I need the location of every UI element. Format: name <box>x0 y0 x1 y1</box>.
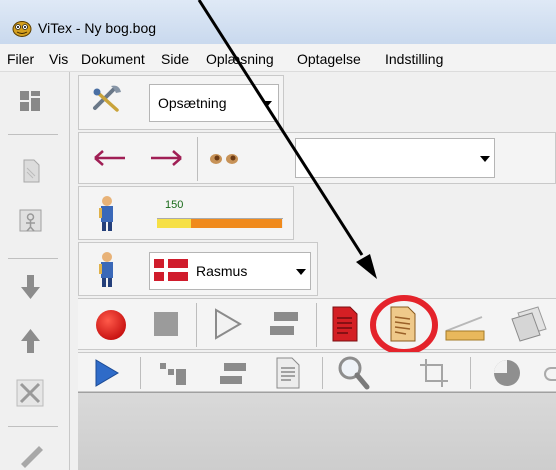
scanner-icon[interactable] <box>444 313 486 343</box>
arrow-up-icon[interactable] <box>15 326 47 358</box>
play-outline-icon[interactable] <box>212 307 244 341</box>
speed-slider[interactable] <box>157 218 283 228</box>
rotate-icon[interactable] <box>490 357 524 389</box>
document-icon[interactable] <box>15 156 47 188</box>
recording-toolbar <box>78 295 556 355</box>
speaker-figure-icon <box>95 251 119 289</box>
highlight-circle <box>368 293 440 357</box>
setup-dropdown[interactable]: Opsætning <box>149 84 279 122</box>
menu-bar: Filer Vis Dokument Side Oplæsning Optage… <box>0 44 556 72</box>
step-blocks-icon[interactable] <box>158 361 190 387</box>
red-document-icon[interactable] <box>330 305 360 343</box>
close-x-icon[interactable] <box>15 378 47 410</box>
speed-slider-knob[interactable] <box>157 219 191 228</box>
setup-dropdown-value: Opsætning <box>158 95 227 111</box>
navigation-dropdown[interactable] <box>295 138 495 178</box>
more-icon[interactable] <box>544 367 556 381</box>
window-title: ViTex - Ny bog.bog <box>38 20 157 36</box>
chevron-down-icon <box>480 156 490 162</box>
divider <box>8 134 58 135</box>
arrow-right-icon[interactable] <box>149 148 183 168</box>
left-toolbar <box>0 72 70 470</box>
app-icon <box>12 19 32 37</box>
paragraph-lines-icon[interactable] <box>218 359 248 389</box>
magnifier-icon[interactable] <box>336 355 370 391</box>
pencil-icon[interactable] <box>15 438 47 470</box>
voice-panel: Rasmus <box>78 242 318 296</box>
menu-filer[interactable]: Filer <box>7 51 34 67</box>
danish-flag-icon <box>154 259 188 281</box>
eyes-icon[interactable] <box>207 149 241 169</box>
text-page-icon[interactable] <box>274 356 302 390</box>
layout-grid-icon[interactable] <box>15 86 47 118</box>
navigation-panel <box>78 132 556 184</box>
speed-value: 150 <box>165 199 184 211</box>
chevron-down-icon <box>262 101 272 107</box>
play-icon[interactable] <box>93 358 121 388</box>
menu-vis[interactable]: Vis <box>49 51 68 67</box>
voice-dropdown-value: Rasmus <box>196 263 248 279</box>
chevron-down-icon <box>296 269 306 275</box>
divider <box>8 426 58 427</box>
title-bar: ViTex - Ny bog.bog <box>0 0 556 44</box>
arrow-down-icon[interactable] <box>15 272 47 304</box>
menu-dokument[interactable]: Dokument <box>81 51 145 67</box>
crop-icon[interactable] <box>418 357 450 389</box>
menu-oplaesning[interactable]: Oplæsning <box>206 51 274 67</box>
speaker-figure-icon <box>95 195 119 233</box>
menu-indstilling[interactable]: Indstilling <box>385 51 443 67</box>
person-icon[interactable] <box>15 206 47 238</box>
stop-icon[interactable] <box>151 309 181 339</box>
tools-icon[interactable] <box>91 82 125 116</box>
document-toolbar <box>78 352 556 392</box>
setup-panel: Opsætning <box>78 75 284 130</box>
pages-stack-icon[interactable] <box>508 305 552 343</box>
document-view[interactable] <box>78 392 556 470</box>
menu-optagelse[interactable]: Optagelse <box>297 51 361 67</box>
record-icon[interactable] <box>93 307 129 343</box>
paragraph-lines-icon[interactable] <box>268 309 302 339</box>
voice-dropdown[interactable]: Rasmus <box>149 252 311 290</box>
speed-slider-fill <box>191 219 282 228</box>
arrow-left-icon[interactable] <box>93 148 127 168</box>
speed-panel: 150 <box>78 186 294 240</box>
divider <box>8 258 58 259</box>
menu-side[interactable]: Side <box>161 51 189 67</box>
